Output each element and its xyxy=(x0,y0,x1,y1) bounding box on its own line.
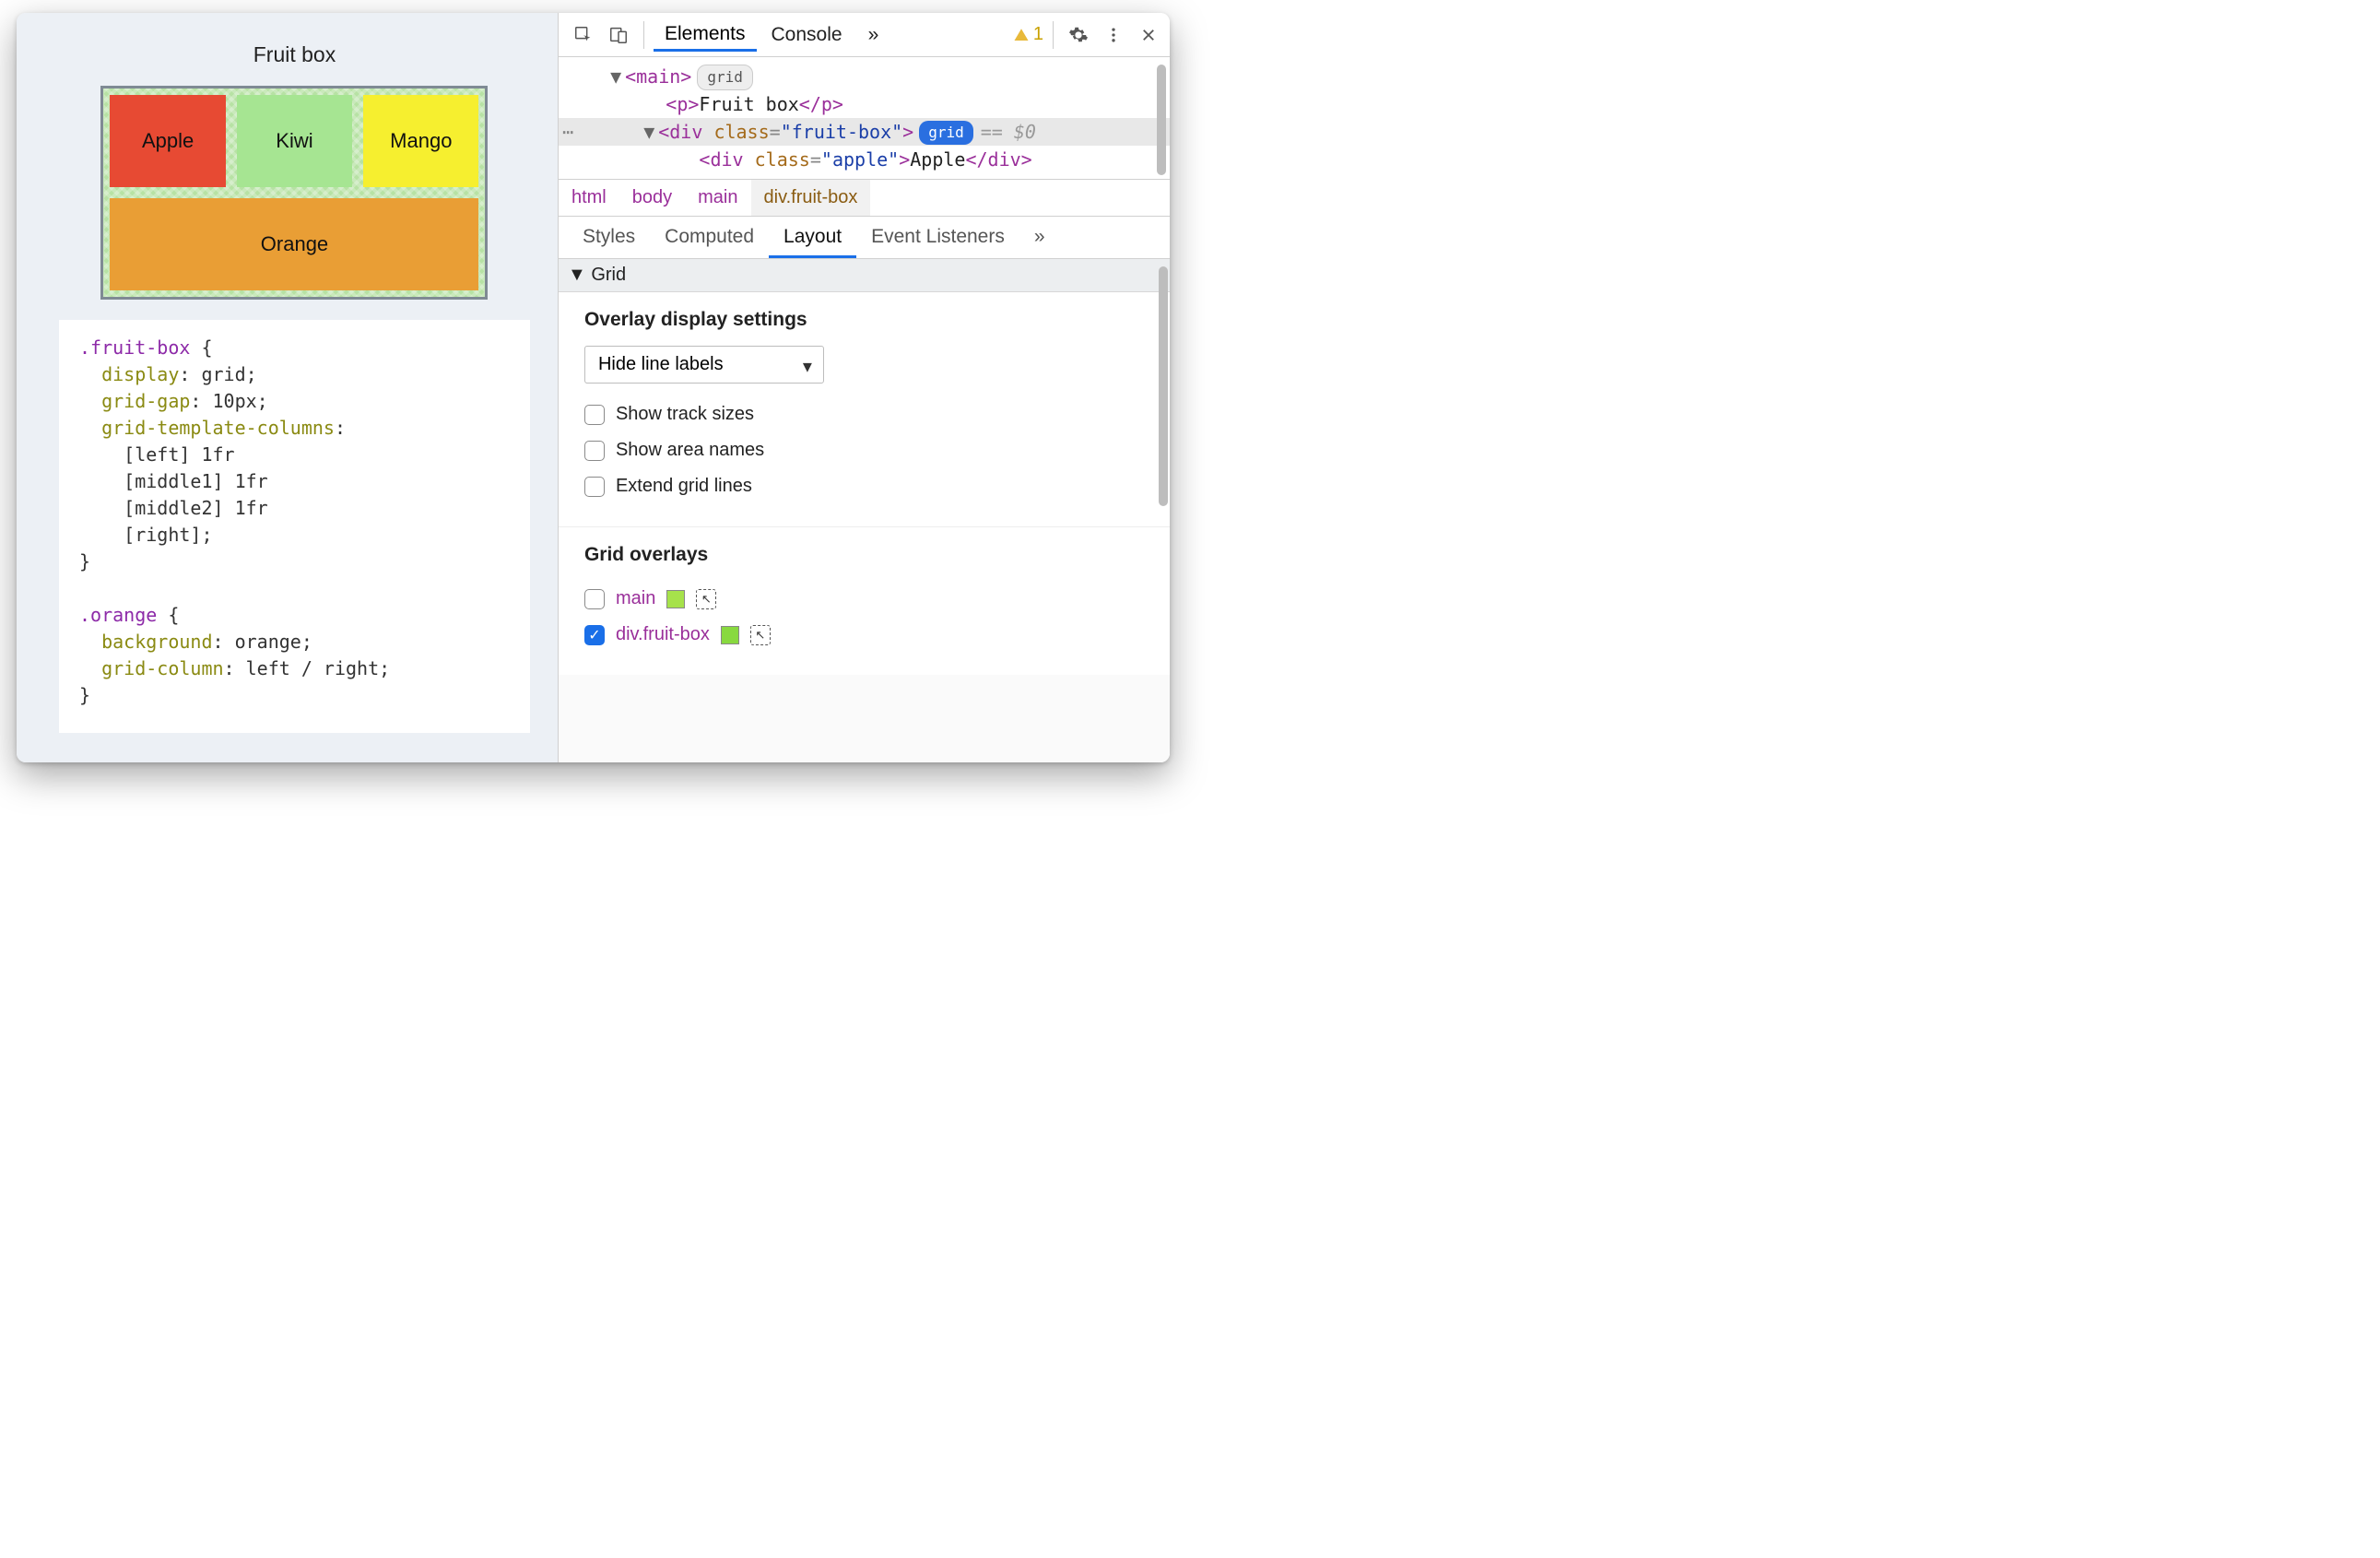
dom-scrollbar[interactable] xyxy=(1157,57,1168,762)
inspect-icon[interactable] xyxy=(568,19,599,51)
dom-node-fruit-box[interactable]: ▼<div class="fruit-box">grid== $0 xyxy=(559,118,1170,146)
crumb-body[interactable]: body xyxy=(619,180,685,216)
tab-console[interactable]: Console xyxy=(760,18,854,52)
subtab-styles[interactable]: Styles xyxy=(568,217,650,258)
devtools-window: Fruit box Apple Kiwi Mango Orange .fruit… xyxy=(17,13,1170,762)
devtools-pane: Elements Console » 1 ▼<main>grid <p>Frui xyxy=(559,13,1170,762)
subtab-computed[interactable]: Computed xyxy=(650,217,769,258)
dom-node-main[interactable]: ▼<main>grid xyxy=(577,63,1170,90)
opt-extend-grid-lines[interactable]: Extend grid lines xyxy=(584,468,1144,504)
page-title: Fruit box xyxy=(59,42,530,67)
subtab-event-listeners[interactable]: Event Listeners xyxy=(856,217,1019,258)
tab-elements[interactable]: Elements xyxy=(654,18,757,52)
grid-badge[interactable]: grid xyxy=(697,65,753,90)
color-swatch[interactable] xyxy=(721,626,739,644)
grid-overlays-title: Grid overlays xyxy=(584,544,1144,566)
warnings-count: 1 xyxy=(1033,24,1043,45)
subtab-more[interactable]: » xyxy=(1019,217,1060,258)
devtools-toolbar: Elements Console » 1 xyxy=(559,13,1170,57)
fruit-cell-orange: Orange xyxy=(110,198,478,290)
fruit-box-container: Apple Kiwi Mango Orange xyxy=(100,86,488,300)
opt-show-area-names[interactable]: Show area names xyxy=(584,432,1144,468)
dom-node-p[interactable]: <p>Fruit box</p> xyxy=(577,90,1170,118)
overlay-name[interactable]: div.fruit-box xyxy=(616,624,710,645)
dom-tree[interactable]: ▼<main>grid <p>Fruit box</p> ▼<div class… xyxy=(559,57,1170,173)
overlay-name[interactable]: main xyxy=(616,588,655,609)
sidebar-tabs: Styles Computed Layout Event Listeners » xyxy=(559,217,1170,259)
subtab-layout[interactable]: Layout xyxy=(769,217,856,258)
dom-node-apple[interactable]: <div class="apple">Apple</div> xyxy=(577,146,1170,173)
fruit-cell-mango: Mango xyxy=(363,95,478,187)
grid-badge-active[interactable]: grid xyxy=(919,121,973,145)
fruit-cell-apple: Apple xyxy=(110,95,225,187)
color-swatch[interactable] xyxy=(666,590,685,608)
kebab-icon[interactable] xyxy=(1098,19,1129,51)
css-source: .fruit-box { display: grid; grid-gap: 10… xyxy=(59,320,530,733)
overlay-row-main: main ↖ xyxy=(584,581,1144,617)
scrollbar-thumb[interactable] xyxy=(1157,65,1166,175)
opt-show-track-sizes[interactable]: Show track sizes xyxy=(584,396,1144,432)
close-icon[interactable] xyxy=(1133,19,1164,51)
crumb-html[interactable]: html xyxy=(559,180,619,216)
checkbox-icon[interactable] xyxy=(584,405,605,425)
fruit-box-grid: Apple Kiwi Mango Orange xyxy=(110,95,478,290)
fruit-cell-kiwi: Kiwi xyxy=(237,95,352,187)
crumb-fruit-box[interactable]: div.fruit-box xyxy=(751,180,871,216)
crumb-main[interactable]: main xyxy=(685,180,750,216)
layout-pane: ▼ Grid Overlay display settings Hide lin… xyxy=(559,259,1170,762)
grid-overlays: Grid overlays main ↖ ✓ div.fruit-box ↖ xyxy=(559,526,1170,675)
highlight-icon[interactable]: ↖ xyxy=(696,589,716,609)
breadcrumb: html body main div.fruit-box xyxy=(559,179,1170,217)
device-toggle-icon[interactable] xyxy=(603,19,634,51)
page-preview-pane: Fruit box Apple Kiwi Mango Orange .fruit… xyxy=(17,13,559,762)
checkbox-icon[interactable] xyxy=(584,589,605,609)
checkbox-icon[interactable] xyxy=(584,441,605,461)
warnings-badge[interactable]: 1 xyxy=(1013,24,1043,45)
overlay-display-settings: Overlay display settings Hide line label… xyxy=(559,292,1170,526)
checkbox-icon[interactable]: ✓ xyxy=(584,625,605,645)
tab-more[interactable]: » xyxy=(857,18,890,52)
gear-icon[interactable] xyxy=(1063,19,1094,51)
overlay-row-fruit-box: ✓ div.fruit-box ↖ xyxy=(584,617,1144,653)
line-labels-select[interactable]: Hide line labels xyxy=(584,346,824,384)
overlay-settings-title: Overlay display settings xyxy=(584,309,1144,331)
checkbox-icon[interactable] xyxy=(584,477,605,497)
highlight-icon[interactable]: ↖ xyxy=(750,625,771,645)
grid-section-header[interactable]: ▼ Grid xyxy=(559,259,1170,292)
